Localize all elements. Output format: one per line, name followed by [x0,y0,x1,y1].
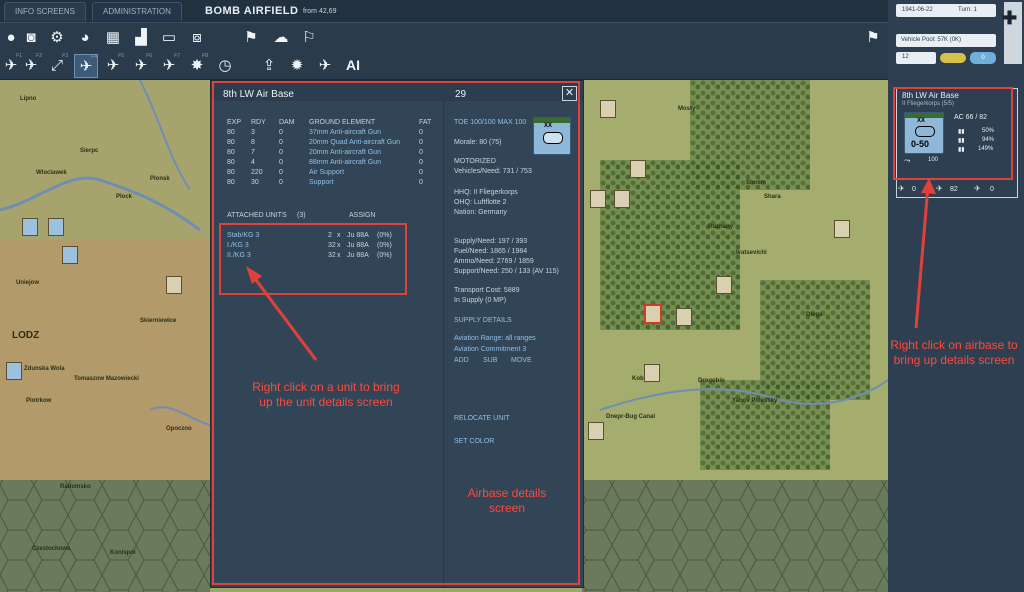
annotation-right-click: Right click on airbase to bring up detai… [890,338,1018,367]
annotation-unit-details: Right click on a unit to bring up the un… [252,380,400,409]
annotation-airbase-details: Airbase details screen [467,486,547,515]
